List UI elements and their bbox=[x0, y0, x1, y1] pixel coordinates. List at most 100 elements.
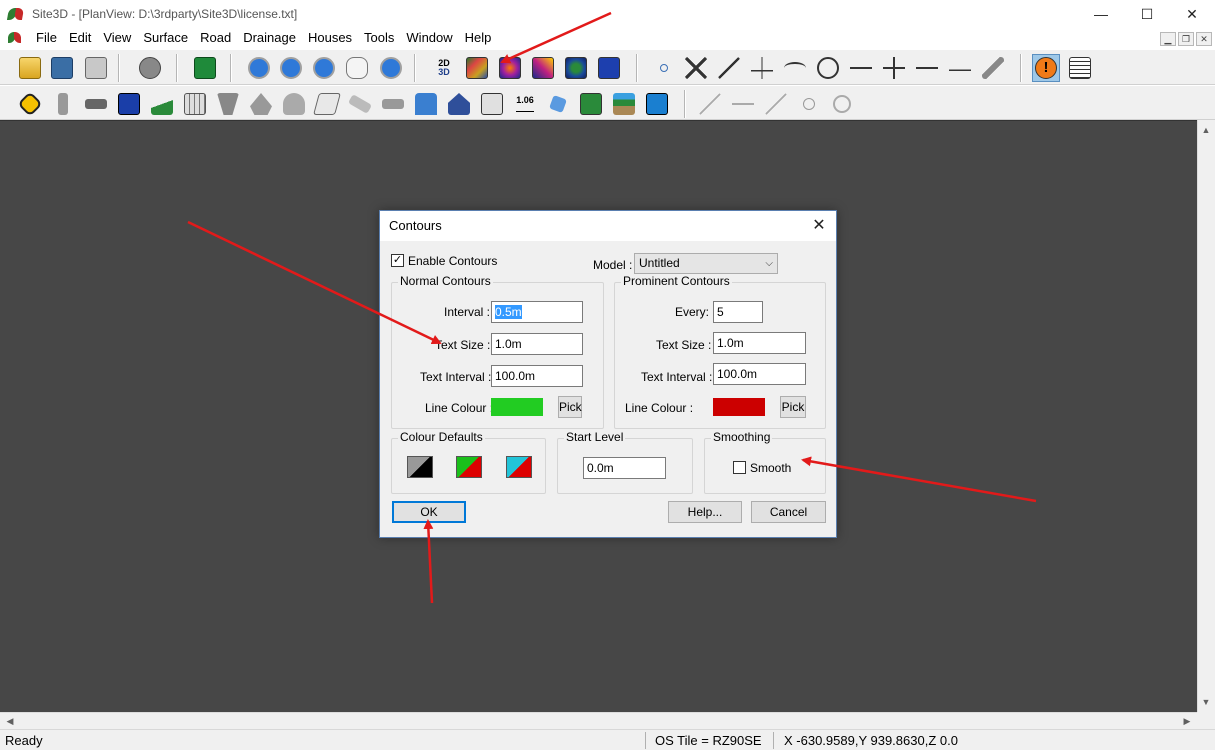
perpendicular-button[interactable] bbox=[748, 54, 776, 82]
menu-window[interactable]: Window bbox=[400, 28, 458, 48]
pipe-button[interactable] bbox=[346, 90, 374, 118]
menu-tools[interactable]: Tools bbox=[358, 28, 400, 48]
scroll-down-icon[interactable]: ▼ bbox=[1198, 694, 1214, 710]
view-2d3d-button[interactable]: 2D 3D bbox=[430, 54, 458, 82]
menu-view[interactable]: View bbox=[97, 28, 137, 48]
prominent-text-size-input[interactable]: 1.0m bbox=[713, 332, 806, 354]
tiles-button[interactable] bbox=[595, 54, 623, 82]
zoom-window-button[interactable] bbox=[377, 54, 405, 82]
tap-button[interactable] bbox=[412, 90, 440, 118]
building-button[interactable] bbox=[181, 90, 209, 118]
road-section-button[interactable] bbox=[49, 90, 77, 118]
prominent-pick-button[interactable]: Pick bbox=[780, 396, 806, 418]
menu-edit[interactable]: Edit bbox=[63, 28, 97, 48]
prominent-line-colour-swatch[interactable] bbox=[713, 398, 765, 416]
house-button[interactable] bbox=[445, 90, 473, 118]
document-icon[interactable] bbox=[8, 32, 24, 44]
snap-star-icon bbox=[883, 57, 905, 79]
prominent-text-interval-input[interactable]: 100.0m bbox=[713, 363, 806, 385]
normal-pick-button[interactable]: Pick bbox=[558, 396, 582, 418]
section-view-button[interactable] bbox=[610, 90, 638, 118]
normal-interval-input[interactable]: 0.5m bbox=[491, 301, 583, 323]
model-select[interactable]: Untitled ⌵ bbox=[634, 253, 778, 274]
close-button[interactable]: ✕ bbox=[1169, 0, 1215, 28]
warning-button[interactable]: ! bbox=[1032, 54, 1060, 82]
print-button[interactable] bbox=[82, 54, 110, 82]
cancel-button[interactable]: Cancel bbox=[751, 501, 826, 523]
calculator-button[interactable] bbox=[478, 90, 506, 118]
save-button[interactable] bbox=[48, 54, 76, 82]
open-file-button[interactable] bbox=[16, 54, 44, 82]
contours-button[interactable] bbox=[463, 54, 491, 82]
excavator-button[interactable] bbox=[643, 90, 671, 118]
green-red-preset-button[interactable] bbox=[456, 456, 482, 478]
zoom-in-button[interactable] bbox=[245, 54, 273, 82]
shading-button[interactable] bbox=[496, 54, 524, 82]
offset-button[interactable] bbox=[847, 54, 875, 82]
menu-road[interactable]: Road bbox=[194, 28, 237, 48]
dialog-close-icon[interactable]: ✕ bbox=[808, 215, 830, 237]
scroll-right-icon[interactable]: ▶ bbox=[1179, 713, 1195, 729]
menu-file[interactable]: File bbox=[30, 28, 63, 48]
culvert-button[interactable] bbox=[379, 90, 407, 118]
back-button[interactable] bbox=[136, 54, 164, 82]
layers-button[interactable] bbox=[191, 54, 219, 82]
zoom-out-button[interactable] bbox=[277, 54, 305, 82]
cyan-red-preset-button[interactable] bbox=[506, 456, 532, 478]
menu-houses[interactable]: Houses bbox=[302, 28, 358, 48]
measure-button[interactable] bbox=[979, 54, 1007, 82]
road-junction-button[interactable] bbox=[82, 90, 110, 118]
globe-view-button[interactable] bbox=[562, 54, 590, 82]
gully-button[interactable] bbox=[280, 90, 308, 118]
horizontal-scrollbar[interactable]: ◀ ▶ bbox=[0, 712, 1197, 729]
menu-surface[interactable]: Surface bbox=[137, 28, 194, 48]
surface-mesh-button[interactable] bbox=[313, 90, 341, 118]
landscape-button[interactable] bbox=[577, 90, 605, 118]
line-midpoint-button[interactable] bbox=[715, 54, 743, 82]
rotate-button[interactable] bbox=[828, 90, 856, 118]
distance-button[interactable] bbox=[946, 54, 974, 82]
normal-line-colour-swatch[interactable] bbox=[491, 398, 543, 416]
scroll-left-icon[interactable]: ◀ bbox=[2, 713, 18, 729]
distance-icon bbox=[949, 57, 971, 79]
menu-help[interactable]: Help bbox=[459, 28, 498, 48]
start-level-input[interactable]: 0.0m bbox=[583, 457, 666, 479]
dimension-button[interactable] bbox=[913, 54, 941, 82]
embankment-button[interactable] bbox=[148, 90, 176, 118]
manhole-button[interactable] bbox=[247, 90, 275, 118]
normal-text-size-input[interactable]: 1.0m bbox=[491, 333, 583, 355]
ok-button[interactable]: OK bbox=[392, 501, 466, 523]
kerb-line-button[interactable] bbox=[729, 90, 757, 118]
menu-drainage[interactable]: Drainage bbox=[237, 28, 302, 48]
node-button[interactable] bbox=[795, 90, 823, 118]
zoom-extents-button[interactable] bbox=[310, 54, 338, 82]
slope-line-button[interactable] bbox=[762, 90, 790, 118]
point-button[interactable] bbox=[650, 54, 678, 82]
minimize-button[interactable]: — bbox=[1078, 0, 1124, 28]
mdi-close-button[interactable]: ✕ bbox=[1196, 32, 1212, 46]
grey-black-preset-button[interactable] bbox=[407, 456, 433, 478]
pan-button[interactable] bbox=[343, 54, 371, 82]
mdi-minimize-button[interactable]: ▁ bbox=[1160, 32, 1176, 46]
intersect-button[interactable] bbox=[682, 54, 710, 82]
enable-contours-checkbox[interactable]: ✓ bbox=[391, 254, 404, 267]
report-button[interactable] bbox=[1066, 54, 1094, 82]
scroll-up-icon[interactable]: ▲ bbox=[1198, 122, 1214, 138]
help-button[interactable]: Help... bbox=[668, 501, 742, 523]
vertical-scrollbar[interactable]: ▲ ▼ bbox=[1197, 120, 1215, 712]
level-button[interactable]: 1.06 bbox=[511, 90, 539, 118]
maximize-button[interactable]: ☐ bbox=[1124, 0, 1170, 28]
prominent-every-input[interactable]: 5 bbox=[713, 301, 763, 323]
mdi-restore-button[interactable]: ❐ bbox=[1178, 32, 1194, 46]
snap-all-button[interactable] bbox=[880, 54, 908, 82]
crossing-button[interactable] bbox=[115, 90, 143, 118]
block-button[interactable] bbox=[544, 90, 572, 118]
normal-text-interval-input[interactable]: 100.0m bbox=[491, 365, 583, 387]
elevation-bands-button[interactable] bbox=[529, 54, 557, 82]
road-warning-button[interactable] bbox=[16, 90, 44, 118]
retaining-wall-button[interactable] bbox=[214, 90, 242, 118]
circle-centre-button[interactable] bbox=[814, 54, 842, 82]
dashed-line-button[interactable] bbox=[696, 90, 724, 118]
smooth-checkbox[interactable] bbox=[733, 461, 746, 474]
arc-button[interactable] bbox=[781, 54, 809, 82]
